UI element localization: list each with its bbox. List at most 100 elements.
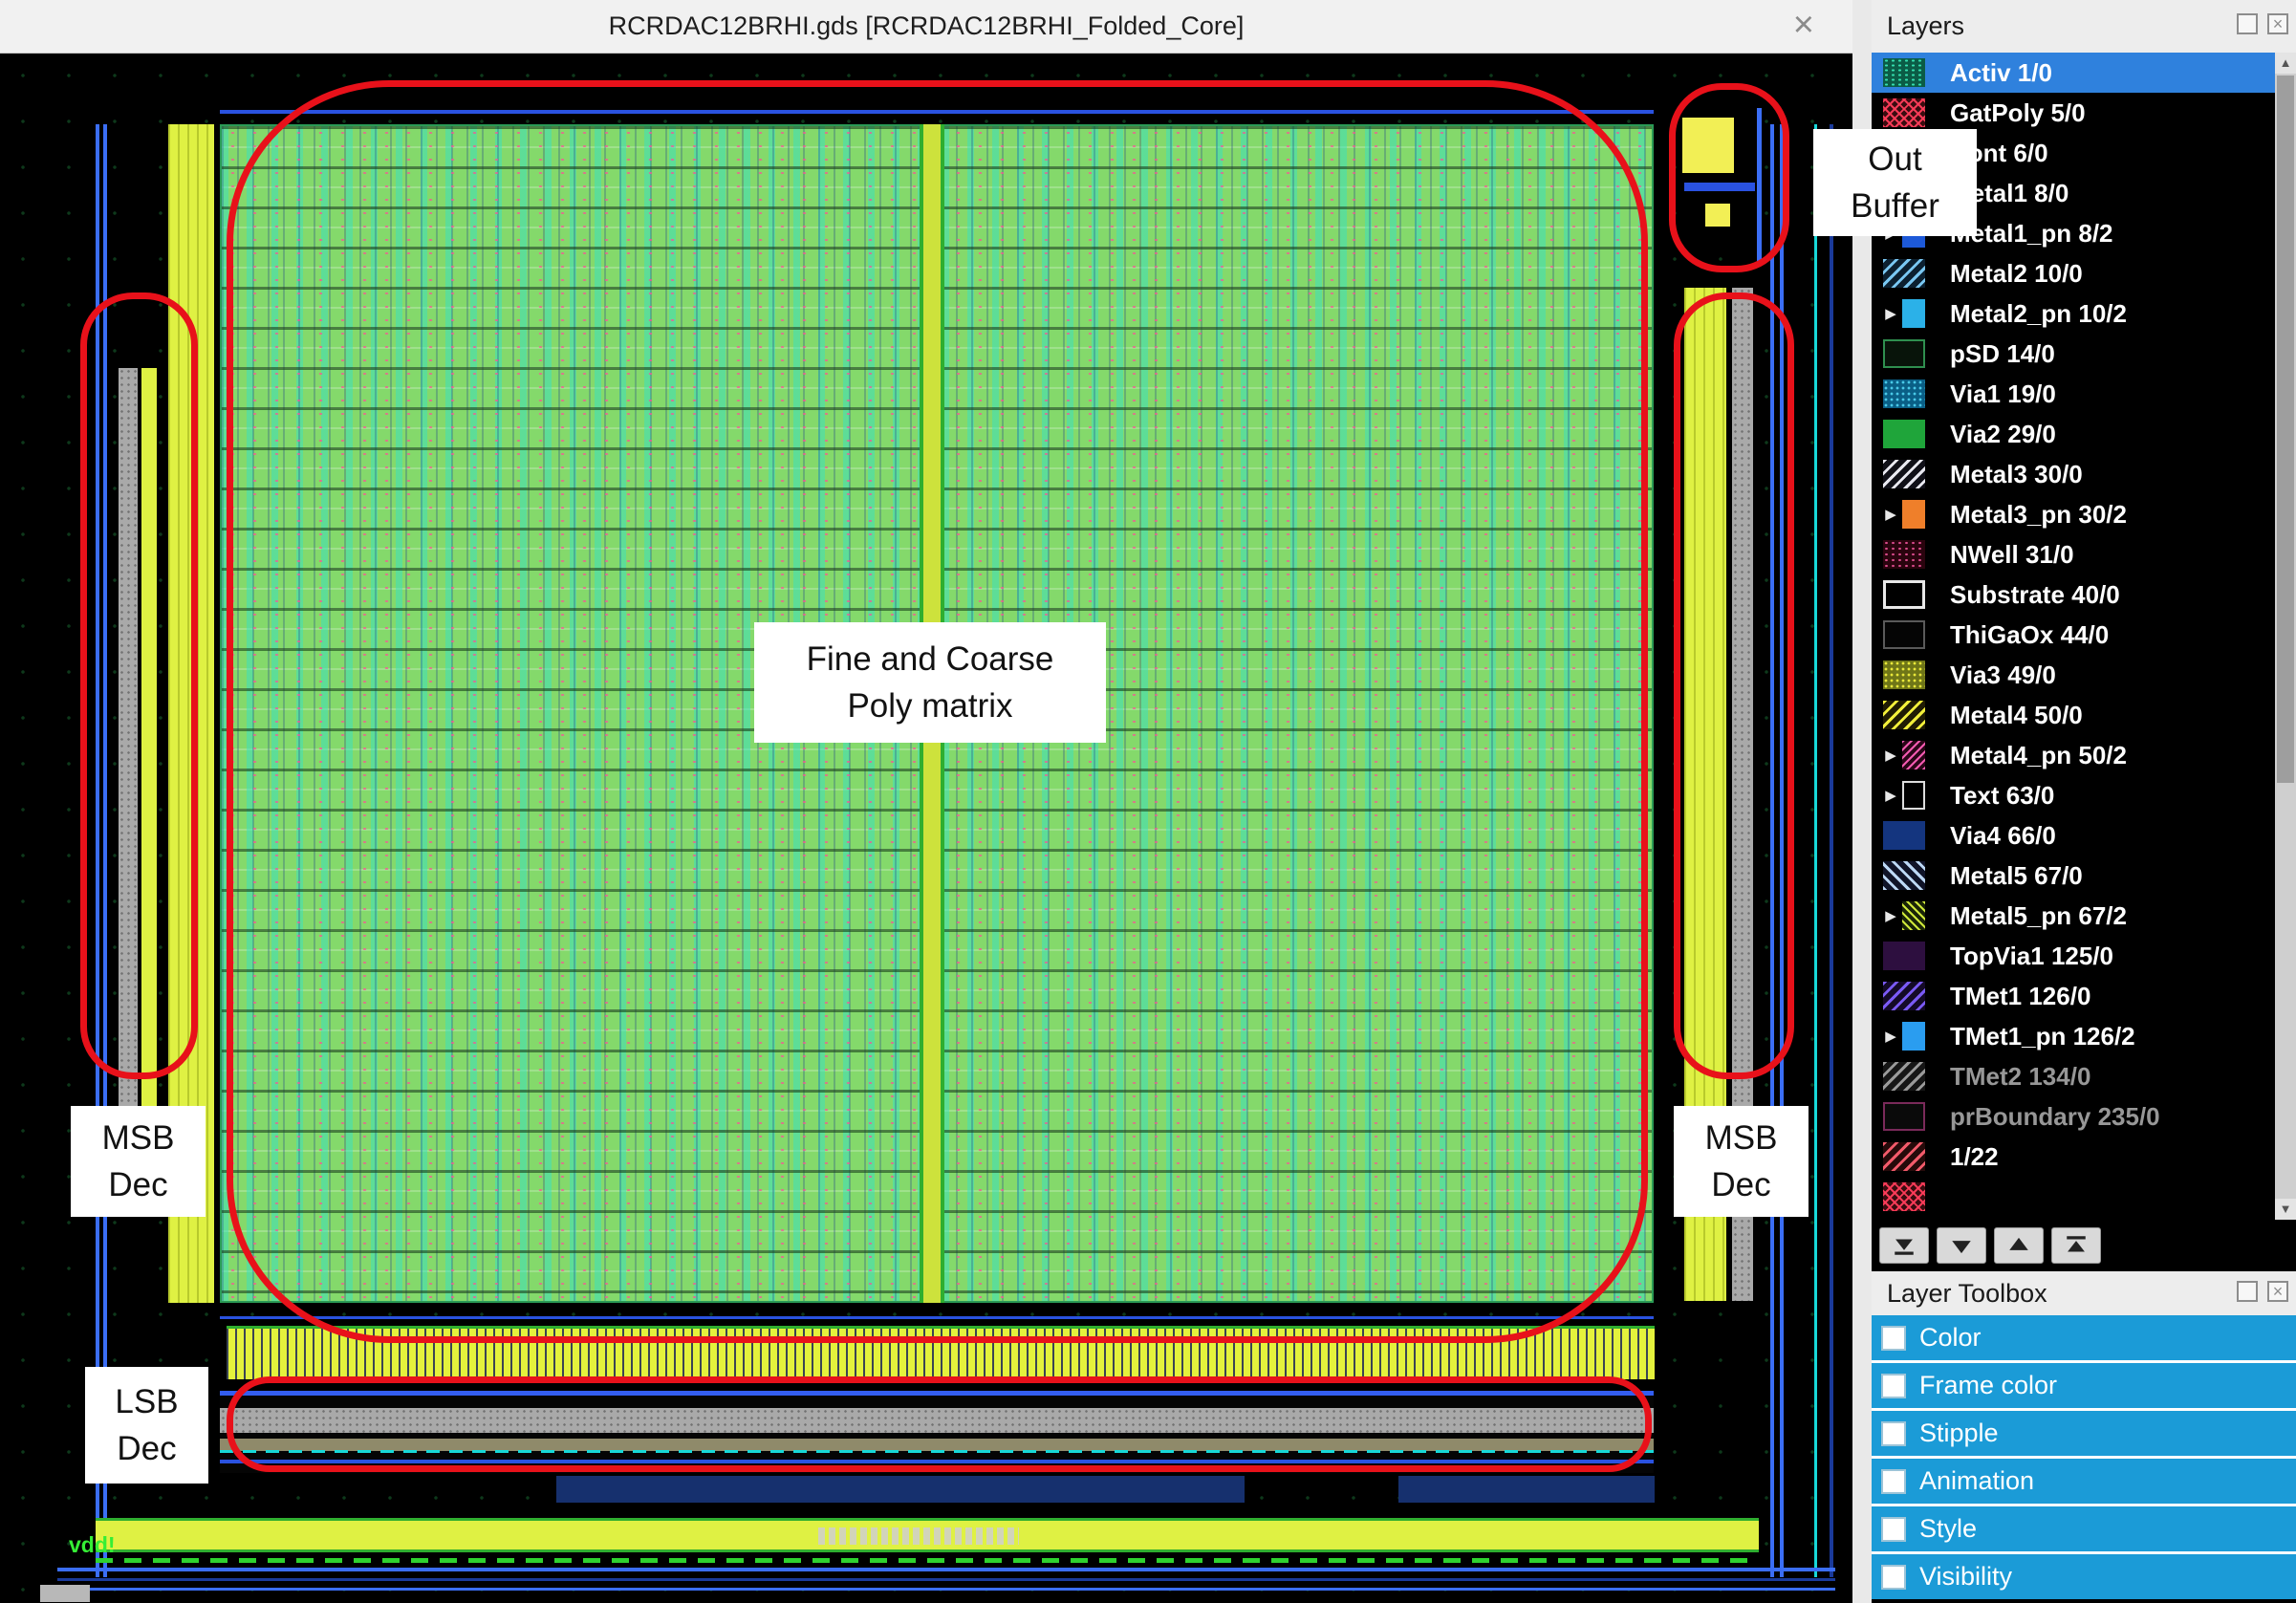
layer-item-nwell[interactable]: NWell 31/0: [1872, 534, 2275, 574]
layer-item-metal4-pn[interactable]: ▶ Metal4_pn 50/2: [1872, 735, 2275, 775]
layer-swatch-icon[interactable]: [1883, 540, 1925, 569]
expand-arrow-icon[interactable]: ▶: [1883, 787, 1898, 804]
layer-item-via1[interactable]: Via1 19/0: [1872, 374, 2275, 414]
layer-swatch-icon[interactable]: [1902, 741, 1925, 769]
layer-swatch-icon[interactable]: [1883, 1102, 1925, 1131]
layer-label: TMet1_pn 126/2: [1950, 1021, 2135, 1051]
annotation-msb-right: [1674, 292, 1794, 1079]
layer-swatch-icon[interactable]: [1902, 500, 1925, 529]
layer-item-tmet1-pn[interactable]: ▶ TMet1_pn 126/2: [1872, 1016, 2275, 1056]
panel-float-icon[interactable]: [2237, 13, 2258, 34]
layer-item-substrate[interactable]: Substrate 40/0: [1872, 574, 2275, 615]
layer-swatch-icon[interactable]: [1883, 1062, 1925, 1091]
checkbox[interactable]: [1881, 1564, 1906, 1590]
layer-swatch-icon[interactable]: [1883, 580, 1925, 609]
scrollbar-thumb[interactable]: [2277, 76, 2294, 783]
layer-item-metal4[interactable]: Metal4 50/0: [1872, 695, 2275, 735]
layer-item-text[interactable]: ▶ Text 63/0: [1872, 775, 2275, 815]
expand-arrow-icon[interactable]: ▶: [1883, 907, 1898, 924]
layer-label: Via3 49/0: [1950, 660, 2056, 689]
layer-swatch-icon[interactable]: [1883, 620, 1925, 649]
close-icon[interactable]: ×: [1793, 0, 1814, 51]
layer-swatch-icon[interactable]: [1883, 339, 1925, 368]
scroll-up-icon[interactable]: ▲: [2275, 53, 2296, 74]
layer-item-tmet2[interactable]: TMet2 134/0: [1872, 1056, 2275, 1096]
layer-item-metal3-pn[interactable]: ▶ Metal3_pn 30/2: [1872, 494, 2275, 534]
layer-item-1-22[interactable]: 1/22: [1872, 1137, 2275, 1177]
layer-item-activ[interactable]: Activ 1/0: [1872, 53, 2275, 93]
layer-label: Via2 29/0: [1950, 419, 2056, 448]
checkbox[interactable]: [1881, 1325, 1906, 1351]
layer-label: Metal2_pn 10/2: [1950, 298, 2127, 328]
layer-item-via4[interactable]: Via4 66/0: [1872, 815, 2275, 856]
layer-swatch-icon[interactable]: [1883, 259, 1925, 288]
layer-item-prboundary[interactable]: prBoundary 235/0: [1872, 1096, 2275, 1137]
toolbox-row-visibility[interactable]: Visibility: [1872, 1554, 2296, 1599]
layer-swatch-icon[interactable]: [1883, 821, 1925, 850]
layer-item-psd[interactable]: pSD 14/0: [1872, 334, 2275, 374]
checkbox[interactable]: [1881, 1468, 1906, 1494]
move-to-top-button[interactable]: [2051, 1227, 2101, 1264]
layers-panel: Layers × Activ 1/0 GatPoly 5/0 Cont 6/0 …: [1872, 0, 2296, 1603]
expand-arrow-icon[interactable]: ▶: [1883, 1028, 1898, 1045]
layer-item-topvia1[interactable]: TopVia1 125/0: [1872, 936, 2275, 976]
layer-swatch-icon[interactable]: [1883, 942, 1925, 970]
layer-item-partial[interactable]: [1872, 1177, 2275, 1217]
toolbox-row-stipple[interactable]: Stipple: [1872, 1411, 2296, 1456]
panel-float-icon[interactable]: [2237, 1281, 2258, 1302]
layer-item-metal2[interactable]: Metal2 10/0: [1872, 253, 2275, 293]
layer-swatch-icon[interactable]: [1902, 781, 1925, 810]
toolbox-row-label: Style: [1919, 1514, 1978, 1543]
move-to-bottom-button[interactable]: [1879, 1227, 1929, 1264]
move-to-bottom-icon: [1895, 1239, 1914, 1255]
layer-item-metal5-pn[interactable]: ▶ Metal5_pn 67/2: [1872, 896, 2275, 936]
msb-dec-right-label: MSB Dec: [1674, 1106, 1809, 1217]
layer-item-metal3[interactable]: Metal3 30/0: [1872, 454, 2275, 494]
scroll-down-icon[interactable]: ▼: [2275, 1199, 2296, 1220]
layer-item-gatpoly[interactable]: GatPoly 5/0: [1872, 93, 2275, 133]
layer-swatch-icon[interactable]: [1883, 1182, 1925, 1211]
metal-hline: [57, 1588, 1835, 1591]
checkbox[interactable]: [1881, 1420, 1906, 1446]
toolbox-row-animation[interactable]: Animation: [1872, 1459, 2296, 1504]
expand-arrow-icon[interactable]: ▶: [1883, 506, 1898, 523]
metal-vline-cyan: [1814, 124, 1817, 1577]
layer-swatch-icon[interactable]: [1883, 982, 1925, 1010]
layer-item-tmet1[interactable]: TMet1 126/0: [1872, 976, 2275, 1016]
panel-splitter[interactable]: [1852, 0, 1872, 1603]
layer-list-scrollbar[interactable]: ▲ ▼: [2275, 53, 2296, 1220]
checkbox[interactable]: [1881, 1516, 1906, 1542]
toolbox-row-style[interactable]: Style: [1872, 1506, 2296, 1551]
panel-close-icon[interactable]: ×: [2267, 13, 2288, 34]
layer-item-metal5[interactable]: Metal5 67/0: [1872, 856, 2275, 896]
layer-item-thigaox[interactable]: ThiGaOx 44/0: [1872, 615, 2275, 655]
move-up-button[interactable]: [1994, 1227, 2044, 1264]
expand-arrow-icon[interactable]: ▶: [1883, 305, 1898, 322]
toolbox-row-frame-color[interactable]: Frame color: [1872, 1363, 2296, 1408]
layer-item-metal2-pn[interactable]: ▶ Metal2_pn 10/2: [1872, 293, 2275, 334]
application-window: RCRDAC12BRHI.gds [RCRDAC12BRHI_Folded_Co…: [0, 0, 2296, 1603]
layer-item-via3[interactable]: Via3 49/0: [1872, 655, 2275, 695]
layer-swatch-icon[interactable]: [1902, 1022, 1925, 1051]
layer-swatch-icon[interactable]: [1883, 701, 1925, 729]
layer-swatch-icon[interactable]: [1883, 861, 1925, 890]
layers-panel-title: Layers: [1887, 11, 1965, 40]
layer-swatch-icon[interactable]: [1883, 379, 1925, 408]
layer-swatch-icon[interactable]: [1883, 1142, 1925, 1171]
panel-close-icon[interactable]: ×: [2267, 1281, 2288, 1302]
layer-swatch-icon[interactable]: [1883, 661, 1925, 689]
layer-swatch-icon[interactable]: [1883, 420, 1925, 448]
checkbox[interactable]: [1881, 1373, 1906, 1398]
layer-swatch-icon[interactable]: [1883, 98, 1925, 127]
layer-swatch-icon[interactable]: [1883, 460, 1925, 488]
layer-item-via2[interactable]: Via2 29/0: [1872, 414, 2275, 454]
toolbox-row-color[interactable]: Color: [1872, 1315, 2296, 1360]
move-down-button[interactable]: [1937, 1227, 1986, 1264]
layout-canvas[interactable]: vdd!: [0, 53, 1852, 1603]
layer-label: Text 63/0: [1950, 780, 2055, 810]
layer-label: GatPoly 5/0: [1950, 97, 2086, 127]
layer-swatch-icon[interactable]: [1902, 901, 1925, 930]
expand-arrow-icon[interactable]: ▶: [1883, 747, 1898, 764]
layer-swatch-icon[interactable]: [1883, 58, 1925, 87]
layer-swatch-icon[interactable]: [1902, 299, 1925, 328]
